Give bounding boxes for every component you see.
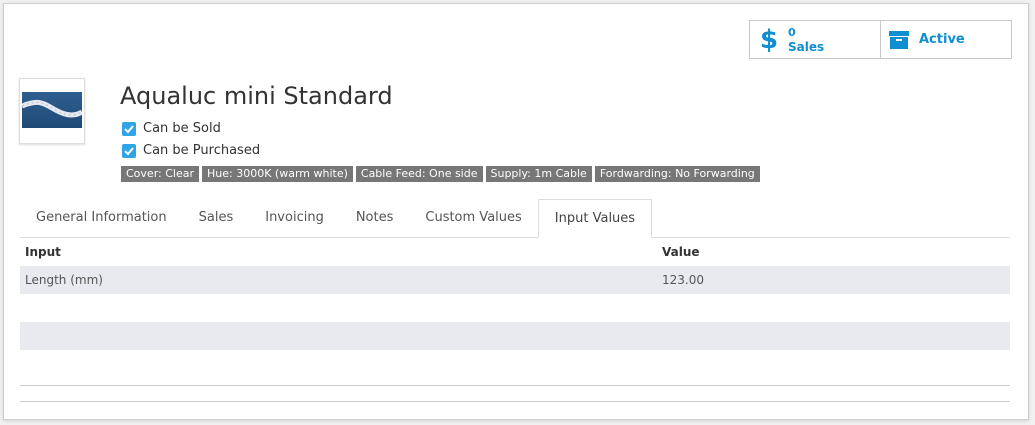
tab-sales[interactable]: Sales	[183, 199, 250, 237]
column-header-input[interactable]: Input	[20, 245, 657, 259]
product-image[interactable]	[19, 78, 85, 144]
column-header-value[interactable]: Value	[657, 245, 1010, 259]
table-footer-divider	[20, 385, 1010, 386]
active-toggle-button[interactable]: Active	[880, 21, 1011, 58]
input-values-table: Input Value Length (mm) 123.00	[20, 238, 1010, 350]
product-title: Aqualuc mini Standard	[120, 82, 393, 110]
attribute-tag: Hue: 3000K (warm white)	[202, 166, 353, 182]
attribute-tag: Fordwarding: No Forwarding	[594, 166, 760, 182]
can-be-purchased-row[interactable]: Can be Purchased	[122, 143, 260, 158]
led-strip-graphic	[21, 99, 84, 118]
archive-icon	[889, 30, 909, 49]
form-sheet: $ 0 Sales Active Aqualuc mini Standard C…	[3, 3, 1029, 420]
sales-label: Sales	[788, 39, 825, 54]
active-label: Active	[919, 32, 965, 47]
bottom-divider	[20, 401, 1010, 402]
notebook-tabs: General Information Sales Invoicing Note…	[20, 199, 1010, 238]
sales-stat-button[interactable]: $ 0 Sales	[750, 21, 880, 58]
attribute-tag: Cable Feed: One side	[355, 166, 483, 182]
product-image-band	[21, 92, 84, 128]
can-be-sold-label: Can be Sold	[143, 121, 221, 136]
tab-notes[interactable]: Notes	[340, 199, 410, 237]
can-be-sold-row[interactable]: Can be Sold	[122, 121, 221, 136]
tab-input-values[interactable]: Input Values	[537, 199, 653, 238]
can-be-purchased-label: Can be Purchased	[143, 143, 261, 158]
attribute-tags: Cover: Clear Hue: 3000K (warm white) Cab…	[121, 166, 760, 182]
dollar-icon: $	[760, 24, 779, 55]
table-header: Input Value	[20, 238, 1010, 266]
tab-custom-values[interactable]: Custom Values	[409, 199, 537, 237]
table-row[interactable]: Length (mm) 123.00	[20, 266, 1010, 294]
empty-table-row	[20, 294, 1010, 322]
cell-input: Length (mm)	[25, 273, 103, 287]
can-be-sold-checkbox[interactable]	[122, 121, 136, 136]
empty-table-row	[20, 322, 1010, 350]
sales-count: 0	[788, 25, 796, 39]
can-be-purchased-checkbox[interactable]	[122, 143, 136, 158]
checkmark-icon	[124, 124, 134, 133]
attribute-tag: Cover: Clear	[121, 166, 199, 182]
checkmark-icon	[124, 146, 134, 155]
tab-general-information[interactable]: General Information	[20, 199, 183, 237]
cell-value: 123.00	[662, 273, 704, 287]
tab-invoicing[interactable]: Invoicing	[249, 199, 340, 237]
stat-button-box: $ 0 Sales Active	[749, 20, 1012, 59]
attribute-tag: Supply: 1m Cable	[485, 166, 592, 182]
